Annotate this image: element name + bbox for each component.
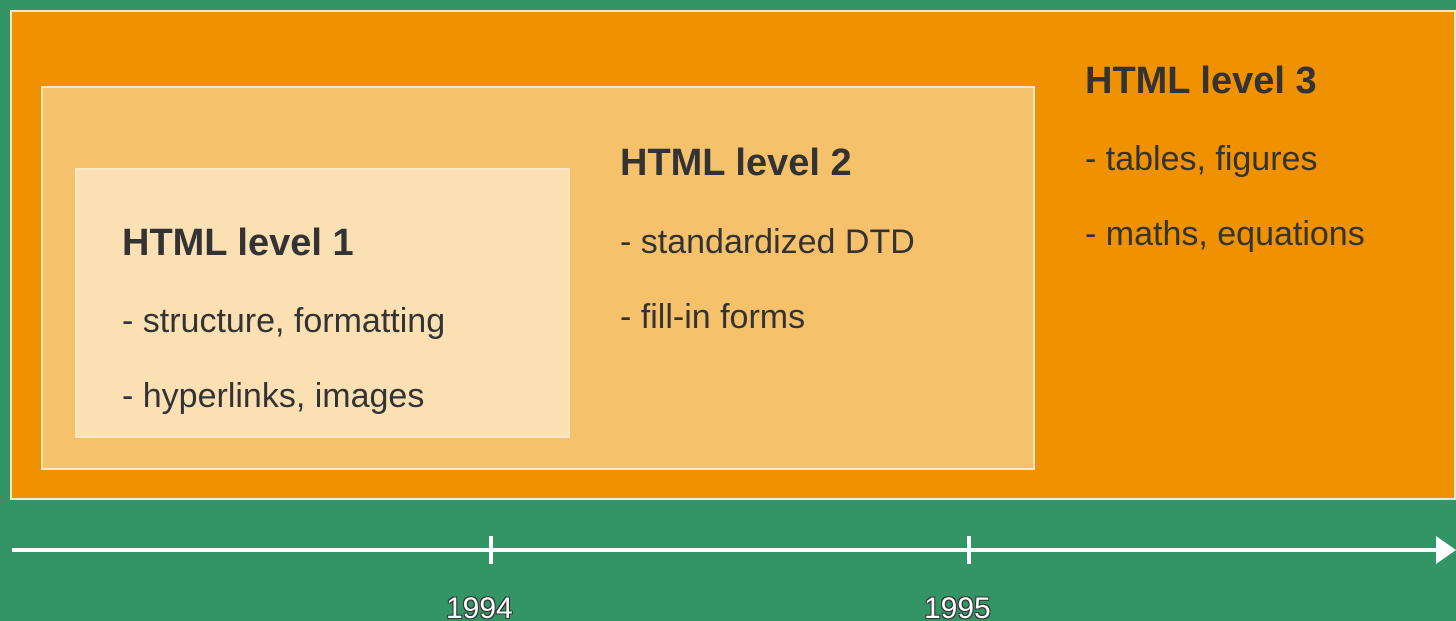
year-label-1994: 1994	[446, 592, 513, 621]
level-3-item: - maths, equations	[1085, 215, 1365, 253]
level-2-title: HTML level 2	[620, 142, 852, 184]
level-1-title: HTML level 1	[122, 222, 354, 264]
level-3-title: HTML level 3	[1085, 60, 1317, 102]
level-1-item: - hyperlinks, images	[122, 377, 425, 415]
timeline-axis	[12, 536, 1456, 564]
level-3-item: - tables, figures	[1085, 140, 1318, 178]
level-2-item: - standardized DTD	[620, 223, 915, 261]
level-1-item: - structure, formatting	[122, 302, 446, 340]
timeline-arrowhead-icon	[1436, 536, 1456, 564]
level-2-item: - fill-in forms	[620, 298, 806, 336]
year-label-1995: 1995	[924, 592, 991, 621]
